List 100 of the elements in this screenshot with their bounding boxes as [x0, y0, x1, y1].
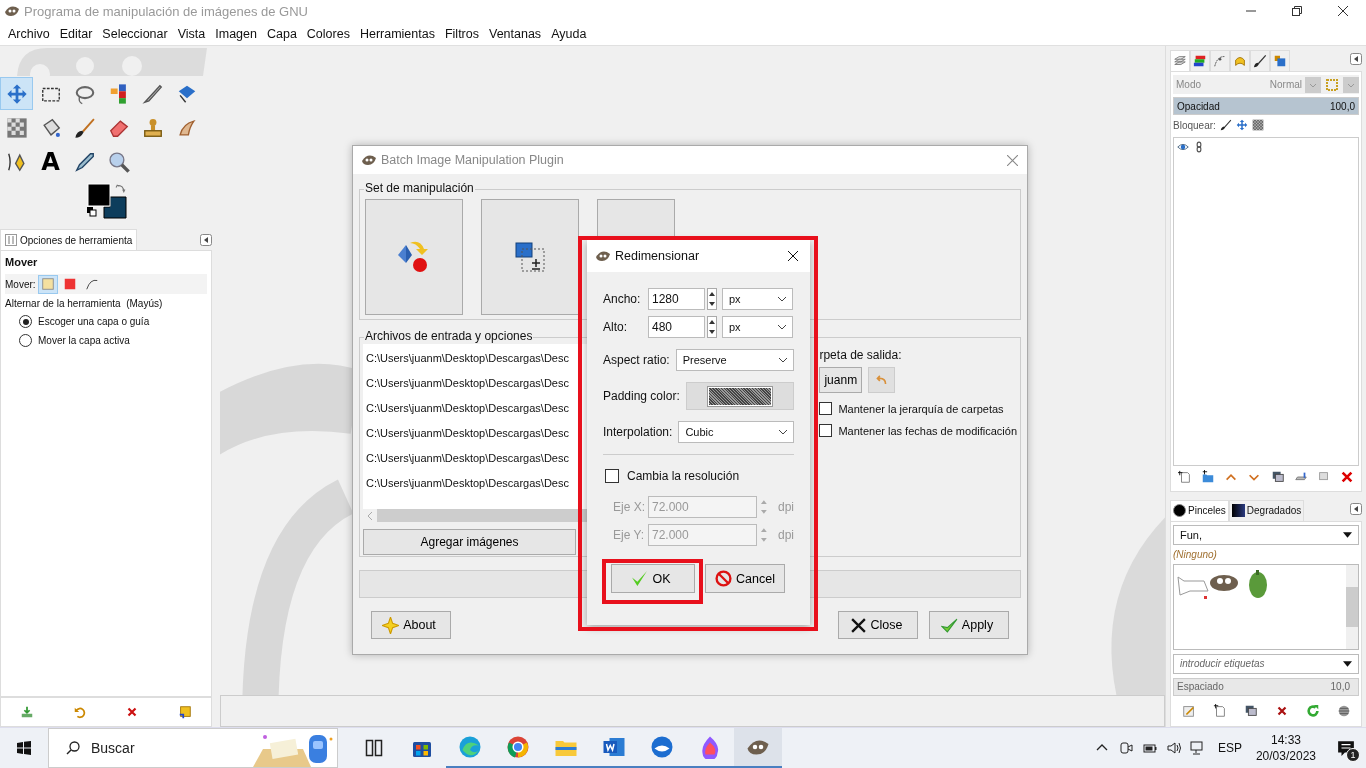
- clock-time[interactable]: 14:33: [1270, 732, 1301, 748]
- new-page-icon[interactable]: [1212, 703, 1227, 718]
- menu-item[interactable]: Archivo: [3, 26, 55, 41]
- radio-button[interactable]: [19, 315, 32, 328]
- checkerboard-icon[interactable]: [1251, 119, 1264, 132]
- browser-swirl-icon: [458, 735, 482, 759]
- brush-tab[interactable]: [1250, 50, 1270, 72]
- unit-label: dpi: [778, 528, 794, 542]
- menu-item[interactable]: Herramientas: [354, 26, 440, 41]
- aspect-ratio-dropdown[interactable]: Preserve: [675, 349, 794, 371]
- delete-icon[interactable]: [1340, 469, 1355, 484]
- unit-dropdown[interactable]: px: [722, 288, 793, 310]
- checkbox-label: Cambia la resolución: [627, 469, 740, 483]
- file-path[interactable]: C:\Users\juanm\Desktop\Descargas\Desc: [363, 396, 569, 421]
- brush-icon: [73, 116, 96, 139]
- images-tab[interactable]: [1270, 50, 1290, 72]
- brush-set-dropdown[interactable]: Fun,: [1173, 524, 1359, 545]
- opacity-slider[interactable]: Opacidad 100,0: [1173, 97, 1359, 116]
- network-icon[interactable]: [1189, 740, 1206, 756]
- height-label: Alto:: [603, 320, 628, 334]
- file-path[interactable]: C:\Users\juanm\Desktop\Descargas\Desc: [363, 471, 569, 496]
- menu-item[interactable]: Colores: [301, 26, 355, 41]
- unit-dropdown[interactable]: px: [722, 316, 793, 338]
- menu-item[interactable]: Ayuda: [546, 26, 592, 41]
- opacity-value: 100,0: [1328, 100, 1356, 112]
- edit-icon[interactable]: [1181, 703, 1196, 718]
- tab-label: Opciones de herramienta: [20, 234, 133, 246]
- camera-icon[interactable]: [1117, 740, 1134, 756]
- close-button[interactable]: Close: [838, 611, 918, 639]
- apply-button[interactable]: Apply: [929, 611, 1009, 639]
- speaker-icon[interactable]: [1165, 740, 1182, 756]
- panel-tab[interactable]: Degradados: [1228, 499, 1305, 521]
- radio-button[interactable]: [19, 334, 32, 347]
- clock-date[interactable]: 20/03/2023: [1255, 748, 1316, 764]
- duplicate-icon[interactable]: [1243, 703, 1258, 718]
- add-manipulation-button[interactable]: [481, 199, 579, 315]
- window-title: Programa de manipulación de imágenes de GNU: [24, 3, 308, 19]
- file-path[interactable]: C:\Users\juanm\Desktop\Descargas\Desc: [363, 446, 569, 471]
- file-path[interactable]: C:\Users\juanm\Desktop\Descargas\Desc: [363, 421, 569, 446]
- collapse-icon[interactable]: [1350, 53, 1362, 66]
- star-icon: [382, 616, 400, 634]
- menu-item[interactable]: Capa: [261, 26, 302, 41]
- spin-arrows-icon[interactable]: [707, 288, 717, 310]
- width-field[interactable]: 1280: [648, 288, 705, 310]
- scrollbar[interactable]: [1346, 564, 1358, 649]
- add-images-button[interactable]: Agregar imágenes: [363, 529, 576, 555]
- new-layer-icon[interactable]: [1177, 469, 1192, 484]
- magnifier-icon: [107, 150, 130, 173]
- move-tool-button[interactable]: [0, 77, 33, 110]
- pattern-icon[interactable]: [1336, 703, 1351, 718]
- file-path[interactable]: C:\Users\juanm\Desktop\Descargas\Desc: [363, 346, 569, 371]
- dialog-title: Redimensionar: [615, 249, 700, 263]
- document-app-icon: [602, 735, 626, 759]
- tool-options-tab[interactable]: Opciones de herramienta: [0, 229, 138, 250]
- checkbox[interactable]: [819, 402, 833, 415]
- width-label: Ancho:: [603, 292, 642, 306]
- folder-button[interactable]: juanm: [819, 367, 863, 393]
- mascot-taskbar-button[interactable]: [734, 728, 782, 768]
- layers-tab[interactable]: [1170, 50, 1190, 72]
- checkbox[interactable]: [819, 424, 833, 437]
- brush-icon[interactable]: [1219, 119, 1232, 132]
- language-indicator[interactable]: ESP: [1217, 741, 1242, 755]
- collapse-icon[interactable]: [200, 234, 212, 246]
- move-icon[interactable]: [1235, 119, 1248, 132]
- refresh-icon[interactable]: [1305, 703, 1320, 718]
- save-icon[interactable]: [20, 705, 35, 719]
- tool-name: Mover: [5, 256, 39, 268]
- duplicate-icon[interactable]: [1270, 469, 1285, 484]
- spin-arrows-icon[interactable]: [707, 316, 717, 338]
- close-icon[interactable]: [788, 251, 798, 261]
- foreground-color-swatch[interactable]: [87, 183, 111, 207]
- undo-icon[interactable]: [72, 705, 87, 719]
- y-axis-label: Eje Y:: [613, 528, 642, 542]
- height-field[interactable]: 480: [648, 316, 705, 338]
- search-field[interactable]: Buscar: [48, 728, 338, 768]
- reset-colors-icon[interactable]: [87, 207, 97, 217]
- text-tool-button[interactable]: A: [34, 145, 67, 178]
- scrollbar-thumb[interactable]: [1346, 586, 1358, 627]
- menu-item[interactable]: Filtros: [439, 26, 484, 41]
- new-folder-icon[interactable]: [1200, 469, 1215, 484]
- file-path[interactable]: C:\Users\juanm\Desktop\Descargas\Desc: [363, 371, 569, 396]
- color-button[interactable]: [685, 382, 794, 410]
- swap-arrow-icon[interactable]: [115, 183, 126, 194]
- menu-item[interactable]: Seleccionar: [97, 26, 173, 41]
- brush-preview-icon: [1173, 504, 1186, 518]
- menu-item[interactable]: Imagen: [210, 26, 262, 41]
- collapse-icon[interactable]: [1350, 502, 1362, 515]
- channels-tab[interactable]: [1190, 50, 1210, 72]
- search-icon: [65, 740, 81, 756]
- menu-item[interactable]: Ventanas: [484, 26, 547, 41]
- checkbox-label: Mantener la jerarquía de carpetas: [838, 402, 1004, 415]
- checkbox[interactable]: [605, 469, 619, 483]
- manipulation-button[interactable]: [365, 199, 463, 315]
- menu-item[interactable]: Vista: [172, 26, 211, 41]
- about-button[interactable]: About: [371, 611, 451, 639]
- menu-item[interactable]: Editar: [54, 26, 98, 41]
- interpolation-dropdown[interactable]: Cubic: [678, 421, 794, 443]
- tags-field[interactable]: introducir etiquetas: [1173, 653, 1359, 674]
- panel-tab[interactable]: Pinceles: [1170, 499, 1229, 521]
- toggle-label: Alternar de la herramienta (Mayús): [5, 298, 164, 309]
